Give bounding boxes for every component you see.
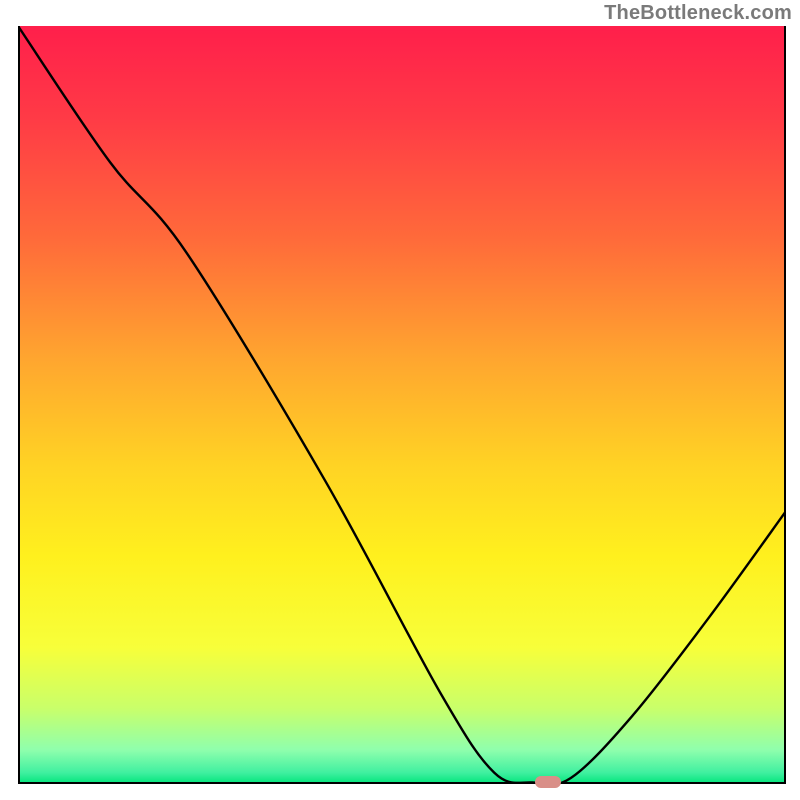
axes-frame — [18, 26, 786, 784]
watermark-text: TheBottleneck.com — [604, 2, 792, 25]
optimal-point-marker — [535, 776, 561, 788]
